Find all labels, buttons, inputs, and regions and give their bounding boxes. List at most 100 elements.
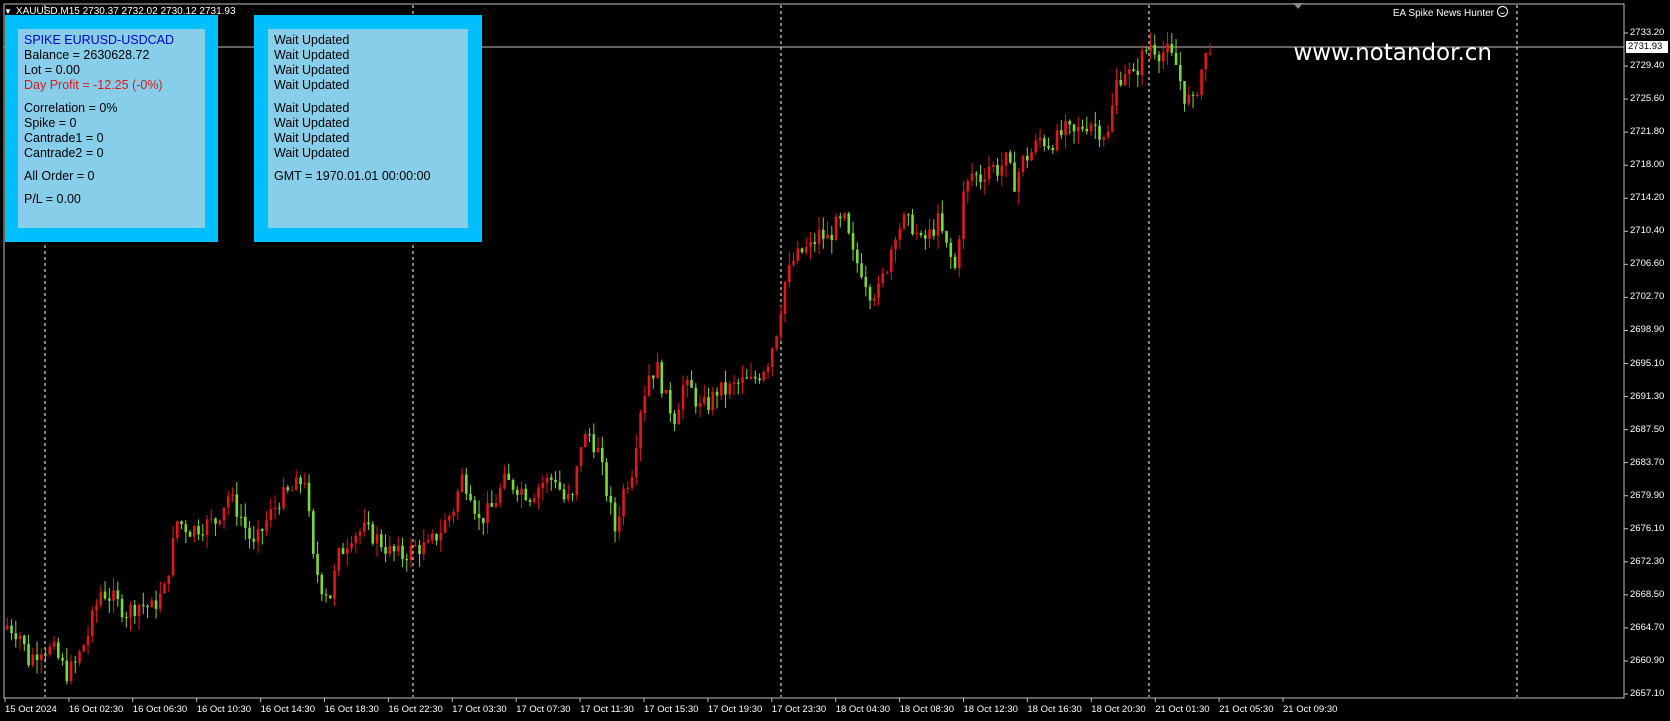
candle-body [958, 239, 961, 268]
candle-body [915, 233, 919, 235]
time-tick-label: 21 Oct 05:30 [1219, 704, 1274, 715]
candle-body [1140, 50, 1144, 75]
candle-body [473, 500, 477, 514]
candle-body [737, 382, 740, 384]
candle-body [171, 537, 175, 576]
cantrade1-text: Cantrade1 = 0 [24, 131, 104, 145]
candle-body [630, 476, 634, 488]
candle-body [979, 174, 982, 183]
candle-body [792, 260, 795, 265]
candle-body [431, 533, 434, 541]
status-line: Wait Updated [274, 146, 350, 160]
candle-body [673, 413, 676, 425]
candle-body [74, 661, 77, 663]
time-tick-label: 16 Oct 18:30 [324, 704, 379, 715]
gmt-text: GMT = 1970.01.01 00:00:00 [274, 169, 431, 183]
candle-body [367, 522, 370, 525]
candle-body [1149, 44, 1152, 51]
candle-body [762, 371, 766, 381]
candle-body [1174, 52, 1178, 65]
candle-body [48, 646, 52, 655]
time-tick-label: 16 Oct 22:30 [388, 704, 443, 715]
candle-body [278, 507, 281, 509]
time-tick-label: 17 Oct 11:30 [580, 704, 634, 715]
candle-body [82, 645, 86, 652]
candle-body [843, 213, 846, 219]
candle-body [150, 600, 154, 608]
candle-body [1106, 131, 1110, 138]
price-chart[interactable] [0, 0, 1670, 721]
candle-body [205, 519, 209, 535]
candle-body [881, 272, 885, 284]
pl-text: P/L = 0.00 [24, 192, 81, 206]
time-tick-label: 17 Oct 23:30 [771, 704, 827, 715]
candle-body [703, 397, 706, 404]
time-tick-label: 16 Oct 06:30 [132, 704, 188, 715]
chart-frame [3, 3, 1625, 699]
status-line: Wait Updated [274, 101, 350, 115]
price-tick-label: 2672.30 [1630, 555, 1665, 567]
candle-body [953, 256, 957, 268]
candle-body [511, 480, 515, 490]
candle-body [414, 545, 417, 547]
candle-body [545, 477, 549, 483]
price-tick-label: 2657.10 [1630, 688, 1665, 699]
candle-body [524, 488, 528, 501]
candle-body [443, 520, 447, 533]
all-order-text: All Order = 0 [24, 169, 95, 183]
candle-body [962, 191, 965, 240]
candle-body [720, 382, 723, 396]
chart-shift-marker[interactable] [1293, 3, 1303, 9]
candle-body [1047, 146, 1050, 148]
cantrade2-text: Cantrade2 = 0 [24, 146, 104, 160]
candle-body [35, 654, 39, 661]
current-price-tag: 2731.93 [1626, 41, 1668, 53]
candle-body [290, 490, 294, 492]
candle-body [1004, 152, 1008, 166]
time-tick-label: 17 Oct 15:30 [644, 704, 699, 715]
time-tick-label: 21 Oct 09:30 [1283, 704, 1338, 715]
candle-body [307, 482, 311, 512]
candle-body [448, 516, 451, 521]
candle-body [936, 213, 940, 236]
candle-body [996, 164, 999, 176]
price-tick-label: 2687.50 [1630, 423, 1665, 435]
smiley-icon [1497, 6, 1508, 17]
candle-body [65, 660, 69, 682]
candle-body [273, 507, 277, 510]
candle-body [324, 594, 328, 596]
price-tick-label: 2679.90 [1630, 489, 1665, 501]
candle-body [154, 600, 158, 609]
status-line: Wait Updated [274, 78, 350, 92]
candle-body [1000, 165, 1004, 176]
candle-body [945, 231, 948, 243]
candle-body [690, 380, 693, 388]
candle-body [660, 362, 664, 394]
candle-body [125, 617, 128, 619]
candle-body [184, 524, 188, 533]
candle-body [1166, 43, 1169, 53]
price-tick-label: 2691.30 [1630, 390, 1665, 402]
candle-body [605, 462, 608, 496]
candle-body [10, 625, 13, 634]
candle-body [380, 534, 383, 548]
candle-body [1191, 94, 1195, 96]
candle-body [613, 502, 617, 532]
candle-body [392, 546, 396, 552]
candle-body [401, 545, 404, 560]
candle-body [129, 604, 132, 618]
status-line: Wait Updated [274, 131, 350, 145]
candle-body [664, 390, 668, 394]
status-panel-body: Wait Updated Wait Updated Wait Updated W… [268, 29, 468, 228]
candle-body [193, 526, 196, 537]
candle-body [766, 366, 770, 372]
candle-body [1009, 152, 1012, 163]
price-tick-label: 2668.50 [1630, 588, 1665, 600]
candle-body [528, 500, 532, 502]
candle-body [1081, 126, 1084, 129]
price-tick-label: 2714.20 [1630, 192, 1665, 204]
candle-body [1162, 52, 1165, 62]
candle-body [622, 489, 625, 517]
candle-body [639, 413, 642, 449]
candle-body [966, 180, 970, 192]
